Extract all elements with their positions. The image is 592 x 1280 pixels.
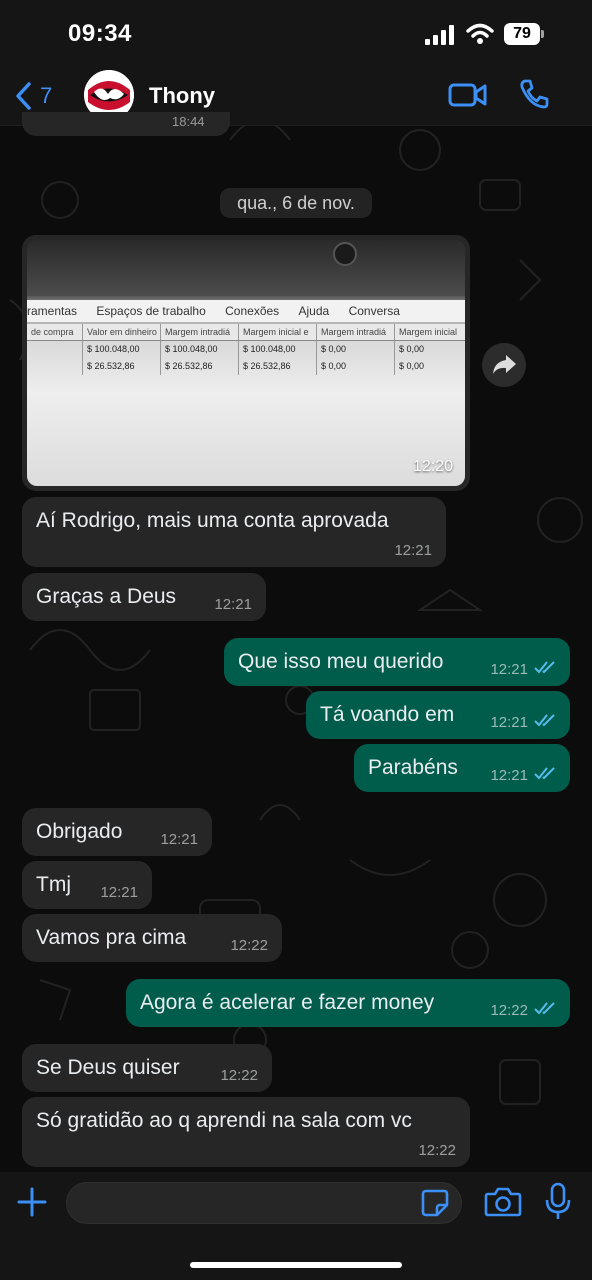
message-time: 12:22: [418, 1142, 456, 1159]
message-text: Que isso meu querido: [238, 650, 444, 673]
image-message[interactable]: ramentas Espaços de trabalho Conexões Aj…: [22, 235, 470, 491]
battery-level: 79: [504, 23, 540, 45]
message-text: Obrigado: [36, 820, 123, 843]
photo-table: de compra Valor em dinheiro Margem intra…: [27, 324, 465, 375]
home-indicator: [190, 1262, 402, 1268]
back-button[interactable]: 7: [14, 78, 52, 114]
cellular-signal-icon: [425, 25, 454, 45]
message-time: 12:21: [214, 596, 252, 613]
double-check-icon: [534, 1002, 555, 1015]
unread-count: 7: [40, 83, 53, 108]
message-time: 12:21: [490, 714, 528, 731]
photo-thumbnail[interactable]: ramentas Espaços de trabalho Conexões Aj…: [27, 240, 465, 486]
phone-icon[interactable]: [518, 78, 550, 110]
message-time: 12:21: [100, 884, 138, 901]
message-time: 12:21: [394, 542, 432, 559]
plus-icon[interactable]: [16, 1186, 48, 1218]
message-text: Graças a Deus: [36, 585, 177, 608]
message-bubble-incoming[interactable]: Tmj 12:21: [22, 861, 152, 909]
double-check-icon: [534, 767, 555, 780]
message-input[interactable]: [66, 1182, 462, 1224]
message-bubble-outgoing[interactable]: Tá voando em 12:21: [306, 691, 570, 739]
message-time: 12:20: [412, 458, 453, 475]
message-text: Tmj: [36, 873, 71, 896]
message-time: 12:22: [220, 1067, 258, 1084]
sticker-icon[interactable]: [420, 1188, 450, 1218]
photo-table-header: de compra Valor em dinheiro Margem intra…: [27, 324, 465, 341]
status-bar: 09:34 79: [0, 0, 592, 66]
date-separator: qua., 6 de nov.: [220, 188, 372, 218]
message-bubble-outgoing[interactable]: Agora é acelerar e fazer money 12:22: [126, 979, 570, 1027]
forward-button[interactable]: [482, 343, 526, 387]
message-bubble-incoming[interactable]: Se Deus quiser 12:22: [22, 1044, 272, 1092]
message-bubble-outgoing[interactable]: Parabéns 12:21: [354, 744, 570, 792]
message-time: 12:22: [490, 1002, 528, 1019]
forward-icon: [493, 355, 516, 374]
message-bubble-outgoing[interactable]: Que isso meu querido 12:21: [224, 638, 570, 686]
message-text: Aí Rodrigo, mais uma conta aprovada: [36, 509, 389, 532]
message-time: 18:44: [172, 114, 205, 129]
message-time: 12:21: [160, 831, 198, 848]
battery-tip: [541, 30, 544, 38]
message-bubble-incoming[interactable]: Aí Rodrigo, mais uma conta aprovada 12:2…: [22, 497, 446, 567]
message-text: Só gratidão ao q aprendi na sala com vc: [36, 1109, 412, 1132]
photo-monitor-bezel: [27, 240, 465, 296]
message-text: Parabéns: [368, 756, 458, 779]
contact-name[interactable]: Thony: [149, 83, 215, 109]
message-bubble-incoming[interactable]: Vamos pra cima 12:22: [22, 914, 282, 962]
photo-menu-bar: ramentas Espaços de trabalho Conexões Aj…: [27, 300, 465, 322]
photo-webcam: [333, 242, 357, 266]
message-time: 12:21: [490, 767, 528, 784]
mic-icon[interactable]: [544, 1182, 572, 1222]
photo-table-row: $ 26.532,86 $ 26.532,86 $ 26.532,86 $ 0,…: [27, 358, 465, 375]
message-bubble-incoming[interactable]: Obrigado 12:21: [22, 808, 212, 856]
camera-icon[interactable]: [484, 1186, 522, 1218]
double-check-icon: [534, 661, 555, 674]
previous-message-fragment: 18:44: [22, 112, 230, 136]
message-time: 12:21: [490, 661, 528, 678]
message-time: 12:22: [230, 937, 268, 954]
photo-table-row: $ 100.048,00 $ 100.048,00 $ 100.048,00 $…: [27, 341, 465, 358]
message-text: Se Deus quiser: [36, 1056, 180, 1079]
back-chevron-icon: [16, 82, 31, 110]
message-text: Tá voando em: [320, 703, 455, 726]
wifi-icon: [466, 23, 494, 44]
message-text: Agora é acelerar e fazer money: [140, 991, 435, 1014]
double-check-icon: [534, 714, 555, 727]
status-time: 09:34: [68, 20, 132, 47]
message-text: Vamos pra cima: [36, 926, 187, 949]
video-call-icon[interactable]: [448, 80, 488, 110]
message-bubble-incoming[interactable]: Graças a Deus 12:21: [22, 573, 266, 621]
message-bubble-incoming[interactable]: Só gratidão ao q aprendi na sala com vc …: [22, 1097, 470, 1167]
